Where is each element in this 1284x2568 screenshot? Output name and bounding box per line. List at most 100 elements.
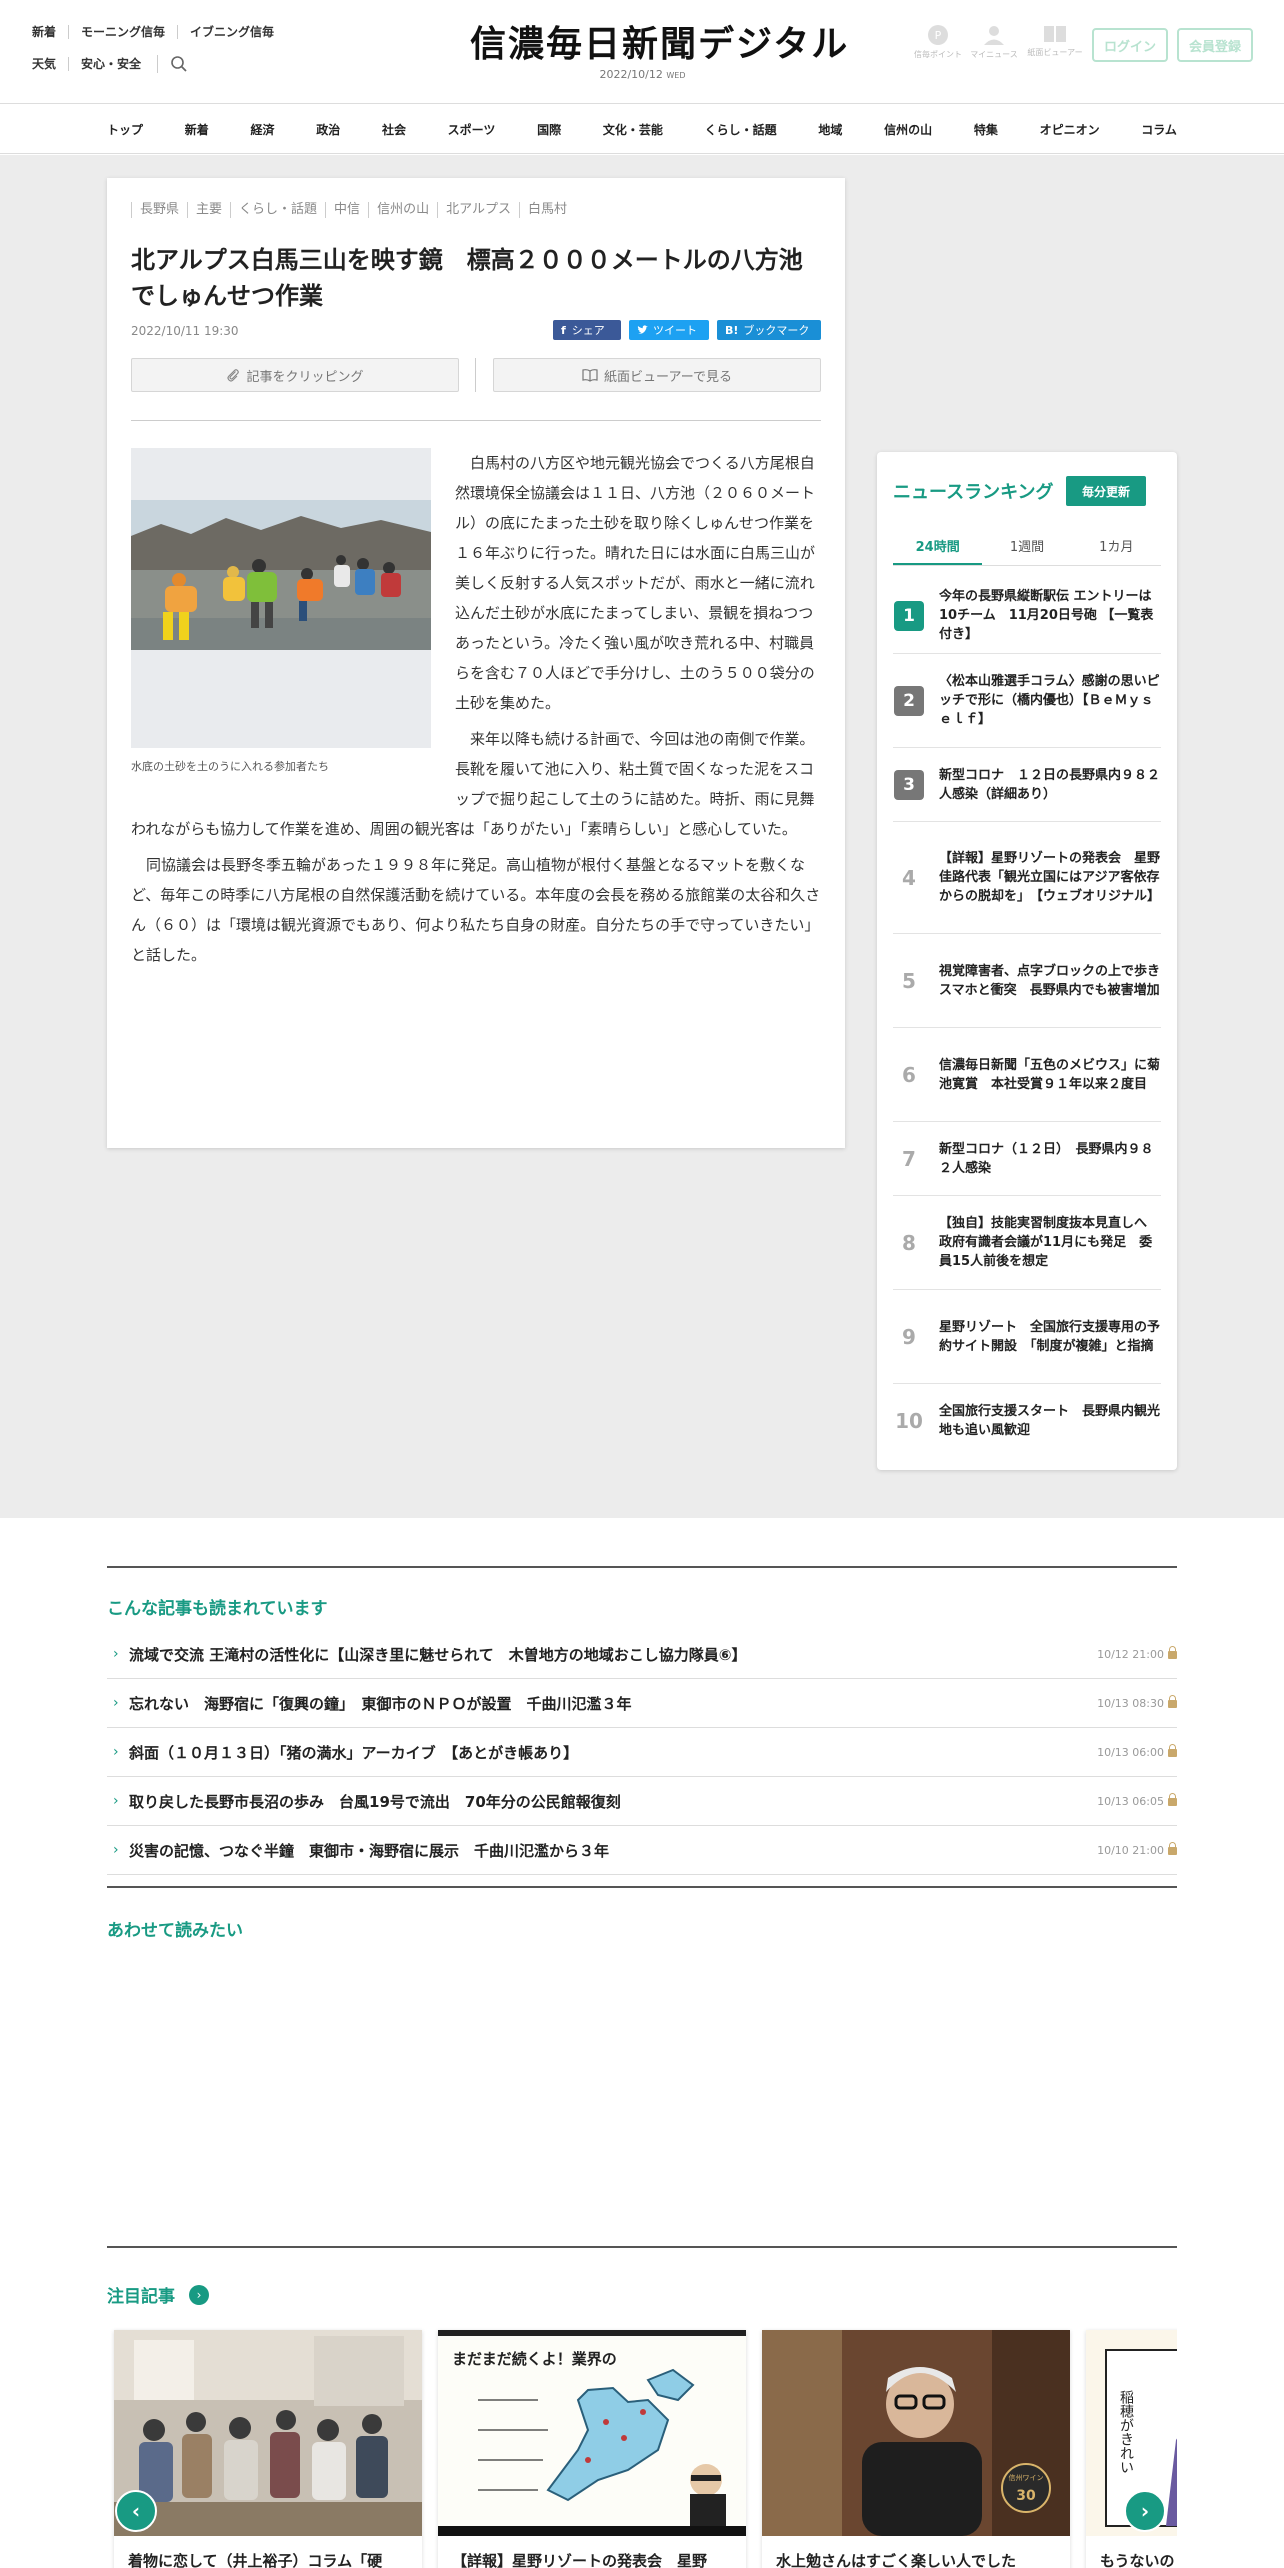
tag[interactable]: 長野県 xyxy=(131,202,187,218)
lock-icon xyxy=(1168,1793,1177,1806)
rank-number: 10 xyxy=(895,1409,923,1433)
lock-icon xyxy=(1168,1646,1177,1659)
ranking-item-text: 視覚障害者、点字ブロックの上で歩きスマホと衝突 長野県内でも被害増加 xyxy=(939,963,1161,998)
nav-economy[interactable]: 経済 xyxy=(250,121,274,138)
ranking-item[interactable]: 1 今年の長野県縦断駅伝 エントリーは10チーム 11月20日号砲 【一覧表付き… xyxy=(893,578,1161,654)
nav-top[interactable]: トップ xyxy=(107,121,143,138)
arrow-right-icon[interactable]: › xyxy=(189,2284,209,2305)
related-title: こんな記事も読まれています xyxy=(107,1599,328,1619)
paper-viewer-icon xyxy=(1044,26,1066,42)
ranking-item[interactable]: 7 新型コロナ（１２日） 長野県内９８２人感染 xyxy=(893,1122,1161,1196)
twitter-share-button[interactable]: ツイート xyxy=(629,320,709,340)
nav-mountains[interactable]: 信州の山 xyxy=(884,121,932,138)
featured-card[interactable]: 着物に恋して（井上裕子）コラム「硬 xyxy=(114,2330,422,2568)
tab-1month[interactable]: 1カ月 xyxy=(1072,536,1161,565)
point-button[interactable]: P 信毎ポイント xyxy=(913,24,963,60)
card-image xyxy=(114,2330,422,2536)
chevron-right-icon: › xyxy=(113,1842,119,1858)
featured-card[interactable]: まだまだ続くよ！業界の 【詳報】星野リゾートの発表会 星野 xyxy=(438,2330,746,2568)
tag[interactable]: 白馬村 xyxy=(518,202,575,218)
nav-features[interactable]: 特集 xyxy=(974,121,998,138)
related-item[interactable]: › 忘れない 海野宿に「復興の鐘」 東御市のＮＰＯが設置 千曲川氾濫３年 10/… xyxy=(107,1679,1177,1728)
user-icon xyxy=(984,26,1004,45)
tag[interactable]: 中信 xyxy=(325,202,368,218)
ranking-item-text: 〈松本山雅選手コラム〉感謝の思いピッチで形に（橋内優也）【ＢｅＭｙｓｅｌｆ】 xyxy=(939,674,1160,727)
ranking-item-text: 【独自】技能実習制度抜本見直しへ 政府有識者会議が11月にも発足 委員15人前後… xyxy=(939,1216,1161,1269)
viewer-button[interactable]: 紙面ビューアー xyxy=(1027,24,1083,58)
news-ranking: ニュースランキング 毎分更新 24時間 1週間 1カ月 1 今年の長野県縦断駅伝… xyxy=(877,452,1177,1470)
clip-article-button[interactable]: 記事をクリッピング xyxy=(131,358,459,392)
tag[interactable]: くらし・話題 xyxy=(230,202,325,218)
paperclip-icon xyxy=(227,369,240,382)
nav-sports[interactable]: スポーツ xyxy=(448,121,496,138)
section-divider xyxy=(107,1886,1177,1888)
related-item-title: 忘れない 海野宿に「復興の鐘」 東御市のＮＰＯが設置 千曲川氾濫３年 xyxy=(129,1694,632,1713)
chevron-right-icon: › xyxy=(113,1646,119,1662)
nav-column[interactable]: コラム xyxy=(1141,121,1177,138)
link-weather[interactable]: 天気 xyxy=(32,57,68,71)
ranking-item-text: 星野リゾート 全国旅行支援専用の予約サイト開設 「制度が複雑」と指摘 xyxy=(939,1319,1161,1354)
tab-24h[interactable]: 24時間 xyxy=(893,536,983,565)
register-button[interactable]: 会員登録 xyxy=(1177,28,1253,62)
point-icon: P xyxy=(928,25,948,45)
card-badge-label: 信州ワイン xyxy=(1009,2473,1044,2482)
rank-number: 3 xyxy=(894,769,924,800)
link-morning[interactable]: モーニング信毎 xyxy=(68,25,177,39)
lock-icon xyxy=(1168,1842,1177,1855)
link-safety[interactable]: 安心・安全 xyxy=(68,57,153,71)
hatena-bookmark-button[interactable]: B! ブックマーク xyxy=(717,320,821,340)
related-item[interactable]: › 災害の記憶、つなぐ半鐘 東御市・海野宿に展示 千曲川氾濫から３年 10/10… xyxy=(107,1826,1177,1875)
ranking-item[interactable]: 2 〈松本山雅選手コラム〉感謝の思いピッチで形に（橋内優也）【ＢｅＭｙｓｅｌｆ】 xyxy=(893,654,1161,748)
related-item-date: 10/13 06:05 xyxy=(1097,1793,1177,1808)
related-item-date: 10/13 08:30 xyxy=(1097,1695,1177,1710)
related-item[interactable]: › 斜面（１０月１３日）「猪の満水」アーカイブ 【あとがき帳あり】 10/13 … xyxy=(107,1728,1177,1777)
nav-culture[interactable]: 文化・芸能 xyxy=(603,121,663,138)
ranking-item[interactable]: 9 星野リゾート 全国旅行支援専用の予約サイト開設 「制度が複雑」と指摘 xyxy=(893,1290,1161,1384)
rank-number: 8 xyxy=(902,1230,916,1255)
ranking-item[interactable]: 5 視覚障害者、点字ブロックの上で歩きスマホと衝突 長野県内でも被害増加 xyxy=(893,934,1161,1028)
related-item[interactable]: › 取り戻した長野市長沼の歩み 台風19号で流出 70年分の公民館報復刻 10/… xyxy=(107,1777,1177,1826)
carousel-prev-button[interactable]: ‹ xyxy=(115,2490,157,2532)
ranking-item[interactable]: 3 新型コロナ １２日の長野県内９８２人感染（詳細あり） xyxy=(893,748,1161,822)
ranking-list: 1 今年の長野県縦断駅伝 エントリーは10チーム 11月20日号砲 【一覧表付き… xyxy=(893,578,1161,1458)
tab-1week[interactable]: 1週間 xyxy=(982,536,1071,565)
login-button[interactable]: ログイン xyxy=(1092,28,1168,62)
link-evening[interactable]: イブニング信毎 xyxy=(177,25,286,39)
twitter-icon xyxy=(637,325,648,334)
header-date: 2022/10/12 WED xyxy=(599,68,686,81)
article-headline: 北アルプス白馬三山を映す鏡 標高２０００メートルの八方池でしゅんせつ作業 xyxy=(131,246,803,310)
main-nav: トップ 新着 経済 政治 社会 スポーツ 国際 文化・芸能 くらし・話題 地域 … xyxy=(0,104,1284,154)
link-latest[interactable]: 新着 xyxy=(32,25,68,39)
ranking-item[interactable]: 8 【独自】技能実習制度抜本見直しへ 政府有識者会議が11月にも発足 委員15人… xyxy=(893,1196,1161,1290)
paper-viewer-button[interactable]: 紙面ビューアーで見る xyxy=(493,358,821,392)
tag[interactable]: 主要 xyxy=(187,202,230,218)
site-header: 新着 モーニング信毎 イブニング信毎 天気 安心・安全 信濃毎日新聞デジタル 2… xyxy=(0,0,1284,104)
card-image: 信州ワイン 30 xyxy=(762,2330,1070,2536)
article-body: 白馬村の八方区や地元観光協会でつくる八方尾根自然環境保全協議会は１１日、八方池（… xyxy=(131,448,821,970)
chevron-right-icon: › xyxy=(113,1695,119,1711)
nav-international[interactable]: 国際 xyxy=(537,121,561,138)
ranking-item-text: 【詳報】星野リゾートの発表会 星野佳路代表「観光立国にはアジア客依存からの脱却を… xyxy=(939,851,1161,904)
nav-opinion[interactable]: オピニオン xyxy=(1040,121,1100,138)
site-logo[interactable]: 信濃毎日新聞デジタル 2022/10/12 WED xyxy=(470,22,847,81)
nav-life[interactable]: くらし・話題 xyxy=(705,121,777,138)
search-icon[interactable] xyxy=(157,55,200,73)
mynews-button[interactable]: マイニュース xyxy=(969,24,1019,60)
nav-latest[interactable]: 新着 xyxy=(185,121,209,138)
related-list: › 流域で交流 王滝村の活性化に【山深き里に魅せられて 木曽地方の地域おこし協力… xyxy=(107,1630,1177,1875)
hatena-icon: B! xyxy=(725,323,739,337)
tag[interactable]: 北アルプス xyxy=(437,202,519,218)
ranking-item[interactable]: 6 信濃毎日新聞「五色のメビウス」に菊池寛賞 本社受賞９１年以来２度目 xyxy=(893,1028,1161,1122)
ranking-item[interactable]: 10 全国旅行支援スタート 長野県内観光地も追い風歓迎 xyxy=(893,1384,1161,1458)
featured-card[interactable]: 稲穂がきれい もうないの xyxy=(1086,2330,1177,2568)
card-title: 【詳報】星野リゾートの発表会 星野 xyxy=(452,2552,708,2568)
carousel-next-button[interactable]: › xyxy=(1124,2490,1166,2532)
related-item[interactable]: › 流域で交流 王滝村の活性化に【山深き里に魅せられて 木曽地方の地域おこし協力… xyxy=(107,1630,1177,1679)
tag[interactable]: 信州の山 xyxy=(368,202,437,218)
nav-politics[interactable]: 政治 xyxy=(316,121,340,138)
nav-region[interactable]: 地域 xyxy=(818,121,842,138)
featured-card[interactable]: 信州ワイン 30 水上勉さんはすごく楽しい人でした xyxy=(762,2330,1070,2568)
nav-society[interactable]: 社会 xyxy=(382,121,406,138)
ranking-item[interactable]: 4 【詳報】星野リゾートの発表会 星野佳路代表「観光立国にはアジア客依存からの脱… xyxy=(893,822,1161,934)
facebook-share-button[interactable]: f シェア xyxy=(553,320,621,340)
